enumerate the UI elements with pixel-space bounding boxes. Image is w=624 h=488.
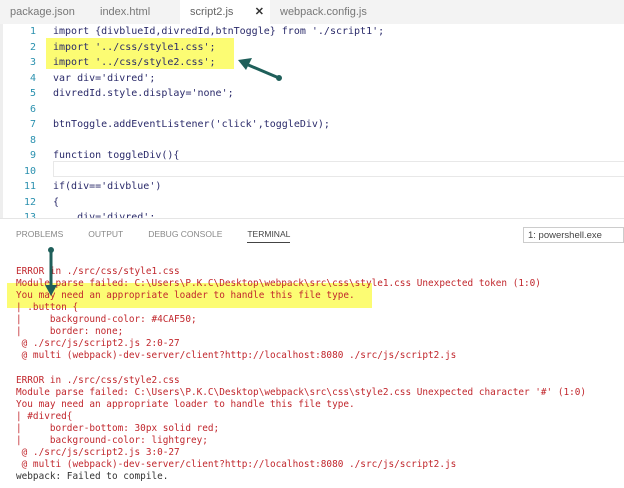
terminal-line: @ ./src/js/script2.js 3:0-27 [16, 446, 180, 458]
code-line: 13 div='divred'; [3, 210, 155, 218]
terminal-line: | .button { [16, 302, 79, 314]
code-text: { [53, 196, 60, 208]
terminal-line: ERROR in ./src/css/style1.css [16, 266, 180, 277]
tab-label: script2.js [190, 6, 234, 18]
terminal-line: @ multi (webpack)-dev-server/client?http… [16, 458, 457, 470]
terminal-select[interactable]: 1: powershell.exe [523, 227, 624, 243]
line-number: 10 [23, 165, 36, 177]
code-text: function toggleDiv(){ [53, 150, 180, 161]
code-text: import {divblueId,divredId,btnToggle} fr… [53, 26, 385, 37]
tab-output[interactable]: OUTPUT [88, 229, 123, 243]
code-line: 10 [3, 164, 53, 180]
line-number: 13 [23, 212, 36, 218]
code-text: btnToggle.addEventListener('click',toggl… [53, 119, 330, 130]
terminal-line: You may need an appropriate loader to ha… [16, 398, 355, 410]
code-line: 9 function toggleDiv(){ [3, 148, 179, 164]
terminal-line: | border-bottom: 30px solid red; [16, 422, 220, 434]
terminal-line: | border: none; [16, 326, 124, 338]
panel-tabs: PROBLEMS OUTPUT DEBUG CONSOLE TERMINAL [16, 229, 291, 243]
close-icon[interactable]: ✕ [255, 0, 264, 24]
terminal-line: ERROR in ./src/css/style2.css [16, 374, 180, 386]
code-text: div='divred'; [53, 212, 156, 218]
line-number: 7 [29, 119, 36, 130]
code-text: var div='divred'; [53, 72, 156, 84]
line-number: 3 [29, 57, 36, 68]
tab-package-json[interactable]: package.json [0, 0, 90, 24]
code-line: 6 [3, 102, 53, 118]
tab-index-html[interactable]: index.html [90, 0, 180, 24]
tab-problems[interactable]: PROBLEMS [16, 229, 63, 243]
line-number: 11 [23, 181, 36, 192]
code-text: import '../css/style2.css'; [53, 57, 216, 68]
terminal-line: | background-color: #4CAF50; [16, 314, 197, 326]
line-number: 6 [29, 103, 36, 115]
editor-tabs: package.json index.html script2.js ✕ webp… [0, 0, 624, 24]
code-line: 2 import '../css/style1.css'; [3, 40, 216, 56]
terminal-line: Module parse failed: C:\Users\P.K.C\Desk… [16, 278, 541, 290]
line-number: 4 [29, 72, 36, 84]
line-number: 5 [29, 88, 36, 99]
terminal-line: Module parse failed: C:\Users\P.K.C\Desk… [16, 386, 587, 398]
tab-webpack-config-js[interactable]: webpack.config.js [270, 0, 380, 24]
line-number: 8 [29, 134, 36, 146]
terminal-line: @ ./src/js/script2.js 2:0-27 [16, 338, 180, 350]
code-text: divredId.style.display='none'; [53, 88, 234, 99]
code-text: import '../css/style1.css'; [53, 41, 216, 53]
terminal-line: @ multi (webpack)-dev-server/client?http… [16, 350, 457, 362]
code-line: 3 import '../css/style2.css'; [3, 55, 216, 71]
terminal-line: You may need an appropriate loader to ha… [16, 290, 355, 302]
terminal-line: | #divred{ [16, 410, 73, 422]
code-line: 4 var div='divred'; [3, 71, 155, 87]
code-text: if(div=='divblue') [53, 181, 162, 192]
line-number: 12 [23, 196, 36, 208]
tab-debug-console[interactable]: DEBUG CONSOLE [148, 229, 222, 243]
code-line: 5 divredId.style.display='none'; [3, 86, 234, 102]
tab-script2-js[interactable]: script2.js ✕ [180, 0, 270, 24]
line-number: 1 [29, 26, 36, 37]
terminal-line: webpack: Failed to compile. [16, 471, 169, 483]
code-editor[interactable]: 1 import {divblueId,divredId,btnToggle} f… [0, 24, 624, 218]
line-number: 9 [29, 150, 36, 161]
line-number: 2 [29, 41, 36, 53]
code-line: 1 import {divblueId,divredId,btnToggle} f… [3, 24, 384, 40]
code-line: 11 if(div=='divblue') [3, 179, 161, 195]
code-line: 7 btnToggle.addEventListener('click',togg… [3, 117, 330, 133]
code-line: 8 [3, 133, 53, 149]
terminal-line: | background-color: lightgrey; [16, 434, 208, 446]
code-line: 12 { [3, 195, 59, 211]
tab-terminal[interactable]: TERMINAL [247, 229, 291, 243]
